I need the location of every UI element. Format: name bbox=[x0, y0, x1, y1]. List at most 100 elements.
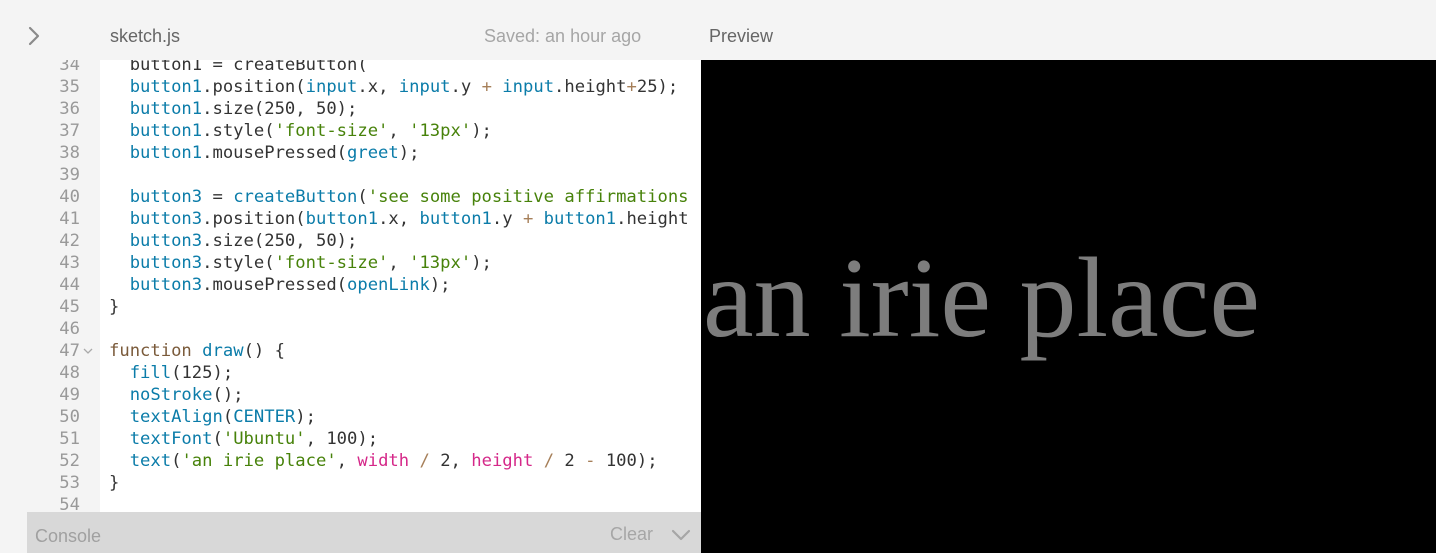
code-editor[interactable]: 34 button1 = createButton(35 button1.pos… bbox=[27, 60, 701, 512]
line-number: 41 bbox=[59, 209, 80, 229]
line-code: button3 = createButton('see some positiv… bbox=[109, 186, 689, 208]
line-number: 40 bbox=[59, 187, 80, 207]
code-token: button1 bbox=[109, 143, 203, 163]
code-line[interactable]: 46 bbox=[27, 318, 701, 340]
line-number: 47 bbox=[59, 341, 80, 361]
code-token: CENTER bbox=[233, 407, 296, 427]
code-line[interactable]: 45} bbox=[27, 296, 701, 318]
line-code: button1.mousePressed(greet); bbox=[109, 142, 420, 164]
code-token: text bbox=[109, 451, 172, 471]
code-line[interactable]: 42 button3.size(250, 50); bbox=[27, 230, 701, 252]
code-line[interactable]: 50 textAlign(CENTER); bbox=[27, 406, 701, 428]
line-code: button1.style('font-size', '13px'); bbox=[109, 120, 492, 142]
code-line[interactable]: 47 function draw() { bbox=[27, 340, 701, 362]
code-token: .y bbox=[491, 209, 523, 229]
canvas-text: an irie place bbox=[703, 234, 1260, 361]
code-line[interactable]: 36 button1.size(250, 50); bbox=[27, 98, 701, 120]
code-token: } bbox=[109, 473, 120, 493]
code-token: greet bbox=[347, 143, 399, 163]
line-number: 39 bbox=[59, 165, 80, 185]
console-bar[interactable]: Console Clear bbox=[27, 512, 701, 553]
code-line[interactable]: 38 button1.mousePressed(greet); bbox=[27, 142, 701, 164]
code-line[interactable]: 48 fill(125); bbox=[27, 362, 701, 384]
code-line[interactable]: 35 button1.position(input.x, input.y + i… bbox=[27, 76, 701, 98]
code-token: / bbox=[419, 451, 430, 471]
code-token: button1 bbox=[419, 209, 492, 229]
line-code: button1.size(250, 50); bbox=[109, 98, 358, 120]
code-token: function bbox=[109, 341, 192, 361]
line-number: 38 bbox=[59, 143, 80, 163]
code-line[interactable]: 44 button3.mousePressed(openLink); bbox=[27, 274, 701, 296]
code-token: + bbox=[481, 77, 492, 97]
code-line[interactable]: 51 textFont('Ubuntu', 100); bbox=[27, 428, 701, 450]
editor-header: sketch.js Saved: an hour ago Preview bbox=[0, 0, 1436, 60]
line-code: textAlign(CENTER); bbox=[109, 406, 316, 428]
line-code: button3.style('font-size', '13px'); bbox=[109, 252, 492, 274]
code-line[interactable]: 49 noStroke(); bbox=[27, 384, 701, 406]
code-line[interactable]: 53} bbox=[27, 472, 701, 494]
code-token: ( bbox=[212, 429, 223, 449]
line-code: } bbox=[109, 472, 119, 494]
code-token: button1 = createButton( bbox=[109, 60, 368, 75]
line-number: 48 bbox=[59, 363, 80, 383]
code-token: 'font-size' bbox=[274, 253, 389, 273]
code-token: , bbox=[336, 451, 358, 471]
code-line[interactable]: 54 bbox=[27, 494, 701, 512]
line-number: 53 bbox=[59, 473, 80, 493]
code-token: input bbox=[398, 77, 451, 97]
console-clear-button[interactable]: Clear bbox=[610, 524, 653, 545]
code-line[interactable]: 41 button3.position(button1.x, button1.y… bbox=[27, 208, 701, 230]
code-token: ); bbox=[471, 253, 492, 273]
code-token: .size(250, 50); bbox=[202, 231, 358, 251]
sidebar-toggle-button[interactable] bbox=[22, 22, 46, 50]
line-code: } bbox=[109, 296, 119, 318]
code-token: 'font-size' bbox=[274, 121, 389, 141]
code-token: + bbox=[626, 77, 637, 97]
line-code: button3.mousePressed(openLink); bbox=[109, 274, 451, 296]
code-token: createButton bbox=[233, 187, 358, 207]
code-line[interactable]: 52 text('an irie place', width / 2, heig… bbox=[27, 450, 701, 472]
code-token: ); bbox=[471, 121, 492, 141]
line-number: 42 bbox=[59, 231, 80, 251]
code-line[interactable]: 40 button3 = createButton('see some posi… bbox=[27, 186, 701, 208]
code-area[interactable]: 34 button1 = createButton(35 button1.pos… bbox=[27, 60, 701, 512]
code-token: width bbox=[357, 451, 410, 471]
code-token: 'an irie place' bbox=[181, 451, 337, 471]
line-code: button3.position(button1.x, button1.y + … bbox=[109, 208, 689, 230]
code-line[interactable]: 39 bbox=[27, 164, 701, 186]
line-code: button3.size(250, 50); bbox=[109, 230, 358, 252]
code-token: ); bbox=[295, 407, 316, 427]
code-token: ); bbox=[398, 143, 420, 163]
line-code: function draw() { bbox=[109, 340, 285, 362]
fold-chevron-icon[interactable] bbox=[83, 346, 93, 356]
preview-canvas[interactable]: an irie place bbox=[701, 60, 1436, 553]
code-token: - bbox=[585, 451, 596, 471]
code-token: openLink bbox=[347, 275, 430, 295]
code-token: textFont bbox=[109, 429, 213, 449]
code-line[interactable]: 34 button1 = createButton( bbox=[27, 60, 701, 76]
code-token: '13px' bbox=[409, 253, 472, 273]
line-number: 36 bbox=[59, 99, 80, 119]
line-number: 37 bbox=[59, 121, 80, 141]
code-token: button3 bbox=[109, 187, 203, 207]
code-token: (); bbox=[212, 385, 244, 405]
code-token: button1 bbox=[109, 99, 203, 119]
code-line[interactable]: 43 button3.style('font-size', '13px'); bbox=[27, 252, 701, 274]
code-token: fill bbox=[109, 363, 172, 383]
line-number: 52 bbox=[59, 451, 80, 471]
code-token: } bbox=[109, 297, 120, 317]
code-line[interactable]: 37 button1.style('font-size', '13px'); bbox=[27, 120, 701, 142]
code-token: .mousePressed( bbox=[202, 275, 348, 295]
code-token: button3 bbox=[109, 275, 203, 295]
code-token: height bbox=[471, 451, 534, 471]
line-number: 49 bbox=[59, 385, 80, 405]
file-name-tab[interactable]: sketch.js bbox=[110, 26, 180, 47]
code-token: noStroke bbox=[109, 385, 213, 405]
code-token: 2 bbox=[554, 451, 586, 471]
line-code: textFont('Ubuntu', 100); bbox=[109, 428, 378, 450]
console-expand-button[interactable] bbox=[671, 528, 691, 542]
code-token: 25); bbox=[636, 77, 679, 97]
code-token: / bbox=[543, 451, 555, 471]
